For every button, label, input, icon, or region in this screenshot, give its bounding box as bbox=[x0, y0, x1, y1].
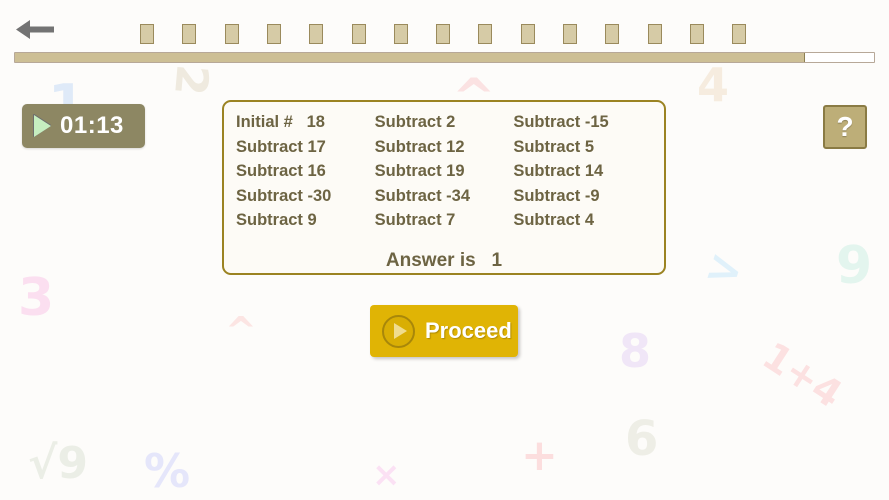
step-marker bbox=[266, 24, 281, 44]
step-marker bbox=[182, 24, 197, 44]
decoration-glyph: 4 bbox=[697, 58, 730, 112]
step-marker bbox=[647, 24, 662, 44]
operation-cell: Subtract -30 bbox=[236, 186, 332, 205]
timer-widget[interactable]: 01:13 bbox=[22, 104, 145, 148]
operation-cell: Subtract 9 bbox=[236, 211, 317, 229]
decoration-glyph: √9 bbox=[28, 438, 88, 489]
help-button[interactable]: ? bbox=[823, 105, 867, 149]
decoration-glyph: % bbox=[144, 444, 191, 498]
operation-cell: Subtract 19 bbox=[374, 162, 465, 180]
operation-cell: Subtract 14 bbox=[513, 162, 604, 180]
decoration-glyph: × bbox=[372, 455, 401, 495]
decoration-glyph: 9 bbox=[836, 236, 873, 296]
step-marker bbox=[689, 24, 704, 44]
problem-card: Initial # 18 Subtract 2 Subtract -15 Subtra… bbox=[222, 100, 666, 275]
step-marker bbox=[309, 24, 324, 44]
operation-cell: Initial # 18 bbox=[236, 113, 325, 131]
decoration-glyph: + bbox=[521, 430, 558, 481]
operation-cell: Subtract -9 bbox=[513, 186, 600, 205]
answer-line: Answer is 1 bbox=[385, 249, 503, 271]
operation-cell: Subtract 5 bbox=[513, 137, 595, 156]
step-marker bbox=[563, 24, 577, 44]
timer-value: 01:13 bbox=[60, 112, 124, 139]
progress-bar-fill bbox=[15, 53, 806, 62]
step-marker bbox=[436, 24, 451, 44]
operation-cell: Subtract -34 bbox=[374, 186, 471, 205]
step-marker bbox=[393, 24, 408, 44]
operation-cell: Subtract 2 bbox=[374, 113, 456, 131]
play-circle-icon bbox=[382, 314, 415, 348]
step-marker bbox=[351, 24, 366, 44]
decoration-glyph: 8 bbox=[619, 324, 652, 378]
decoration-glyph: 3 bbox=[18, 268, 55, 328]
decoration-glyph: 6 bbox=[625, 411, 659, 467]
operation-cell: Subtract 4 bbox=[513, 211, 595, 229]
step-marker bbox=[605, 24, 620, 44]
play-triangle-icon bbox=[34, 115, 51, 137]
decoration-glyph: > bbox=[699, 239, 751, 300]
operation-cell: Subtract -15 bbox=[513, 113, 609, 131]
proceed-button-label: Proceed bbox=[425, 318, 512, 343]
step-marker bbox=[732, 24, 747, 44]
operation-cell: Subtract 7 bbox=[374, 211, 456, 229]
step-marker bbox=[224, 24, 239, 44]
operation-cell: Subtract 16 bbox=[236, 162, 326, 180]
step-marker bbox=[520, 24, 535, 44]
operations-grid: Initial # 18 Subtract 2 Subtract -15 Subtra… bbox=[236, 110, 652, 233]
step-marker bbox=[478, 24, 493, 44]
decoration-glyph: ^ bbox=[225, 309, 257, 353]
operation-cell: Subtract 12 bbox=[374, 137, 465, 156]
step-marker-row bbox=[0, 24, 889, 46]
operation-cell: Subtract 17 bbox=[236, 137, 326, 156]
decoration-glyph: 1+4 bbox=[754, 333, 850, 417]
progress-bar bbox=[14, 52, 875, 63]
proceed-button[interactable]: Proceed bbox=[370, 305, 518, 357]
step-marker bbox=[140, 24, 154, 44]
decoration-glyph: 2 bbox=[164, 62, 218, 98]
app-stage: 12^49>3^81+46+×%√9 01:13 ? Initial # 18S… bbox=[0, 0, 889, 500]
